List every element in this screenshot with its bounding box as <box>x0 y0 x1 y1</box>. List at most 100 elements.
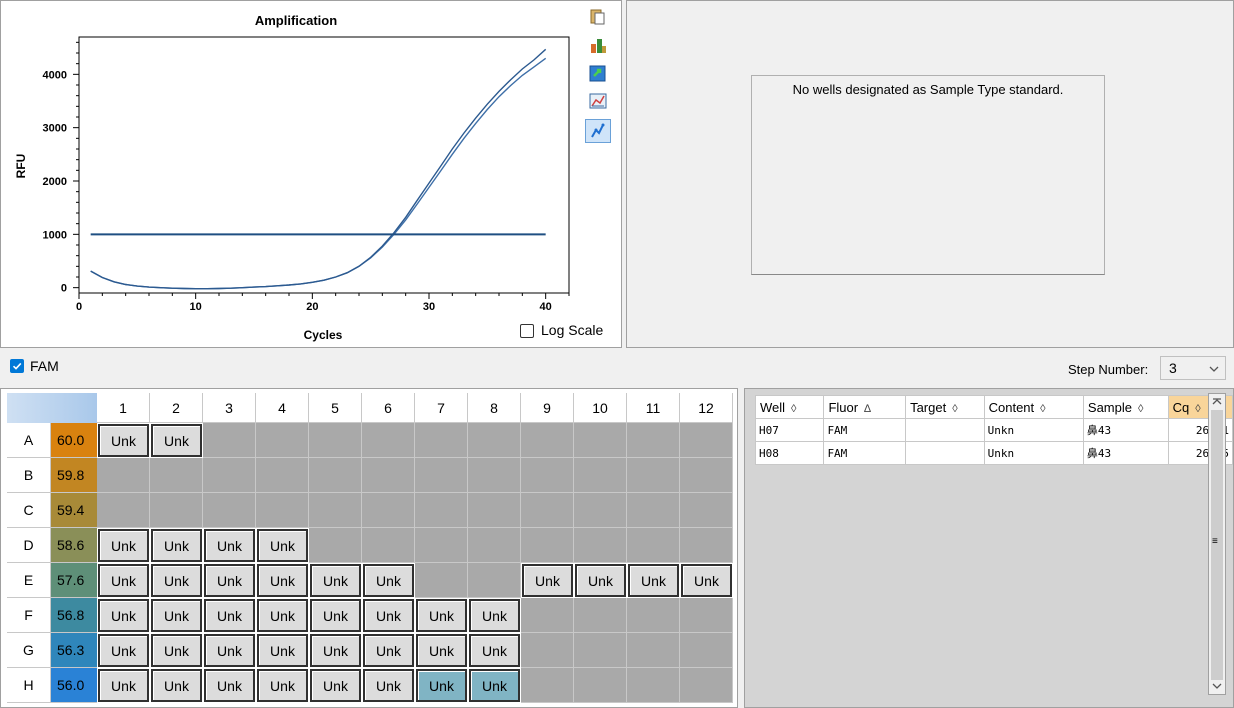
well-C1[interactable] <box>97 493 150 528</box>
row-header-F[interactable]: F <box>7 598 51 633</box>
well-B5[interactable] <box>309 458 362 493</box>
amplification-chart[interactable]: Amplification RFU Cycles 0 10 20 30 40 0 1000 2… <box>1 1 581 347</box>
well-C6[interactable] <box>362 493 415 528</box>
well-E7[interactable] <box>415 563 468 598</box>
well-G8[interactable]: Unk <box>469 634 520 667</box>
well-D2[interactable]: Unk <box>151 529 202 562</box>
well-D5[interactable] <box>309 528 362 563</box>
well-D8[interactable] <box>468 528 521 563</box>
row-header-H[interactable]: H <box>7 668 51 703</box>
well-F10[interactable] <box>574 598 627 633</box>
well-B11[interactable] <box>627 458 680 493</box>
well-E2[interactable]: Unk <box>151 564 202 597</box>
well-H10[interactable] <box>574 668 627 703</box>
well-B9[interactable] <box>521 458 574 493</box>
well-C8[interactable] <box>468 493 521 528</box>
well-G10[interactable] <box>574 633 627 668</box>
row-header-C[interactable]: C <box>7 493 51 528</box>
well-H4[interactable]: Unk <box>257 669 308 702</box>
well-G11[interactable] <box>627 633 680 668</box>
well-H12[interactable] <box>680 668 733 703</box>
column-header-fluor[interactable]: Fluor ∆ <box>823 395 907 419</box>
well-H6[interactable]: Unk <box>363 669 414 702</box>
well-B3[interactable] <box>203 458 256 493</box>
well-A4[interactable] <box>256 423 309 458</box>
well-F2[interactable]: Unk <box>151 599 202 632</box>
well-C2[interactable] <box>150 493 203 528</box>
well-E11[interactable]: Unk <box>628 564 679 597</box>
well-C9[interactable] <box>521 493 574 528</box>
well-D10[interactable] <box>574 528 627 563</box>
scroll-down-icon[interactable] <box>1212 683 1222 691</box>
well-D3[interactable]: Unk <box>204 529 255 562</box>
well-B10[interactable] <box>574 458 627 493</box>
column-header-4[interactable]: 4 <box>256 393 309 423</box>
well-B2[interactable] <box>150 458 203 493</box>
well-G6[interactable]: Unk <box>363 634 414 667</box>
well-B12[interactable] <box>680 458 733 493</box>
well-H2[interactable]: Unk <box>151 669 202 702</box>
column-header-6[interactable]: 6 <box>362 393 415 423</box>
column-header-12[interactable]: 12 <box>680 393 733 423</box>
well-A5[interactable] <box>309 423 362 458</box>
copy-icon[interactable] <box>585 5 611 29</box>
vertical-scrollbar[interactable]: ≡ <box>1208 393 1226 695</box>
column-header-sample[interactable]: Sample ◊ <box>1082 395 1169 419</box>
well-B6[interactable] <box>362 458 415 493</box>
column-header-5[interactable]: 5 <box>309 393 362 423</box>
well-C11[interactable] <box>627 493 680 528</box>
column-header-10[interactable]: 10 <box>574 393 627 423</box>
well-F3[interactable]: Unk <box>204 599 255 632</box>
scrollbar-thumb[interactable]: ≡ <box>1211 410 1223 680</box>
log-scale-checkbox[interactable] <box>520 324 534 338</box>
well-F8[interactable]: Unk <box>469 599 520 632</box>
well-H7[interactable]: Unk <box>416 669 467 702</box>
well-A3[interactable] <box>203 423 256 458</box>
well-B8[interactable] <box>468 458 521 493</box>
well-H9[interactable] <box>521 668 574 703</box>
column-header-well[interactable]: Well ◊ <box>754 395 825 419</box>
well-G12[interactable] <box>680 633 733 668</box>
well-F6[interactable]: Unk <box>363 599 414 632</box>
well-A9[interactable] <box>521 423 574 458</box>
well-D12[interactable] <box>680 528 733 563</box>
well-C4[interactable] <box>256 493 309 528</box>
well-B4[interactable] <box>256 458 309 493</box>
column-header-target[interactable]: Target ◊ <box>905 395 985 419</box>
step-number-select[interactable]: 3 <box>1160 356 1226 380</box>
well-A1[interactable]: Unk <box>98 424 149 457</box>
well-C3[interactable] <box>203 493 256 528</box>
well-H1[interactable]: Unk <box>98 669 149 702</box>
well-F4[interactable]: Unk <box>257 599 308 632</box>
well-F1[interactable]: Unk <box>98 599 149 632</box>
well-E10[interactable]: Unk <box>575 564 626 597</box>
well-H11[interactable] <box>627 668 680 703</box>
well-H3[interactable]: Unk <box>204 669 255 702</box>
column-header-1[interactable]: 1 <box>97 393 150 423</box>
well-H5[interactable]: Unk <box>310 669 361 702</box>
well-C10[interactable] <box>574 493 627 528</box>
well-F5[interactable]: Unk <box>310 599 361 632</box>
well-A7[interactable] <box>415 423 468 458</box>
well-F11[interactable] <box>627 598 680 633</box>
well-G1[interactable]: Unk <box>98 634 149 667</box>
well-E6[interactable]: Unk <box>363 564 414 597</box>
well-F12[interactable] <box>680 598 733 633</box>
well-G9[interactable] <box>521 633 574 668</box>
well-A11[interactable] <box>627 423 680 458</box>
well-F7[interactable]: Unk <box>416 599 467 632</box>
export-icon[interactable] <box>585 61 611 85</box>
fam-checkbox[interactable] <box>10 359 24 373</box>
well-E8[interactable] <box>468 563 521 598</box>
scroll-up-icon[interactable] <box>1212 397 1222 405</box>
well-A8[interactable] <box>468 423 521 458</box>
well-G7[interactable]: Unk <box>416 634 467 667</box>
column-header-3[interactable]: 3 <box>203 393 256 423</box>
well-G4[interactable]: Unk <box>257 634 308 667</box>
column-header-8[interactable]: 8 <box>468 393 521 423</box>
row-header-D[interactable]: D <box>7 528 51 563</box>
well-E5[interactable]: Unk <box>310 564 361 597</box>
chart-options-icon[interactable] <box>585 89 611 113</box>
chart-data-icon[interactable] <box>585 33 611 57</box>
well-E9[interactable]: Unk <box>522 564 573 597</box>
